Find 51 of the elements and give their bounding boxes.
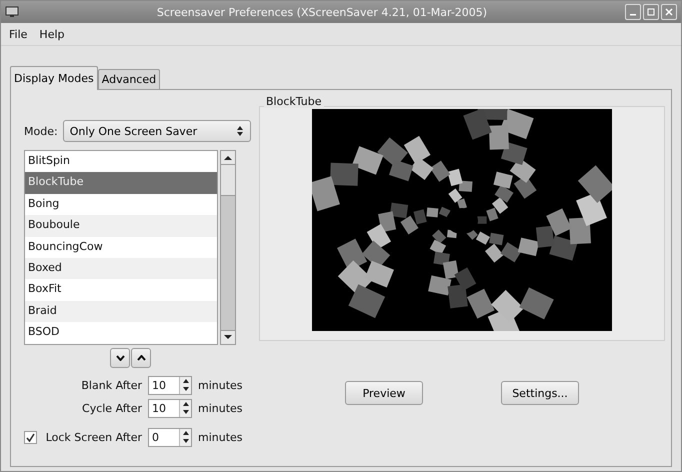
list-item[interactable]: BlockTube — [25, 172, 217, 194]
menu-item[interactable]: Help — [39, 28, 64, 40]
list-item[interactable]: BoxFit — [25, 279, 217, 301]
check-icon — [26, 432, 35, 442]
chevron-down-icon — [116, 354, 124, 361]
move-down-button[interactable] — [110, 348, 130, 368]
down-arrow-icon — [182, 410, 188, 414]
timer-label: Lock Screen After — [46, 430, 142, 444]
list-item[interactable]: BlitSpin — [25, 151, 217, 172]
window-title: Screensaver Preferences (XScreenSaver 4.21, 01-Mar-2005) — [156, 6, 488, 18]
mode-label: Mode: — [24, 124, 58, 138]
spin-field[interactable]: 10 — [148, 376, 192, 395]
up-arrow-icon — [182, 402, 188, 406]
list-item[interactable]: Braid — [25, 300, 217, 322]
updown-arrows-icon — [236, 125, 244, 137]
scrollbar-thumb[interactable] — [221, 165, 235, 196]
down-arrow-icon — [182, 387, 188, 392]
list-item[interactable]: Boing — [25, 194, 217, 216]
list-item[interactable]: Bouboule — [25, 215, 217, 237]
scrollbar[interactable] — [220, 150, 236, 345]
action-button[interactable]: Settings... — [501, 381, 579, 405]
checkbox[interactable] — [24, 430, 37, 444]
tab[interactable]: Display Modes — [10, 66, 98, 90]
up-arrow-icon — [224, 154, 232, 160]
close-icon — [665, 8, 673, 16]
minimize-button[interactable] — [625, 4, 641, 20]
mode-dropdown[interactable]: Only One Screen Saver — [62, 120, 251, 142]
unit-label: minutes — [198, 430, 243, 444]
monitor-icon — [5, 6, 19, 18]
unit-label: minutes — [198, 402, 243, 415]
spin-field[interactable]: 10 — [148, 398, 192, 418]
maximize-button[interactable] — [643, 4, 659, 20]
maximize-icon — [647, 8, 655, 16]
timer-label: Blank After — [81, 378, 142, 392]
close-button[interactable] — [661, 4, 677, 20]
down-arrow-icon — [182, 439, 188, 444]
up-arrow-icon — [182, 378, 188, 383]
menu-item[interactable]: File — [9, 28, 28, 40]
down-arrow-icon — [224, 334, 232, 340]
move-up-button[interactable] — [131, 348, 151, 368]
up-arrow-icon — [182, 430, 188, 435]
list-item[interactable]: BSOD — [25, 322, 217, 344]
preview-title: BlockTube — [264, 95, 324, 108]
timer-label: Cycle After — [82, 402, 142, 415]
action-button[interactable]: Preview — [345, 381, 423, 405]
list-item[interactable]: Boxed — [25, 258, 217, 280]
chevron-up-icon — [136, 354, 146, 361]
list-item[interactable]: BouncingCow — [25, 236, 217, 258]
unit-label: minutes — [198, 378, 243, 392]
spin-field[interactable]: 0 — [148, 428, 192, 447]
tab[interactable]: Advanced — [98, 69, 160, 89]
